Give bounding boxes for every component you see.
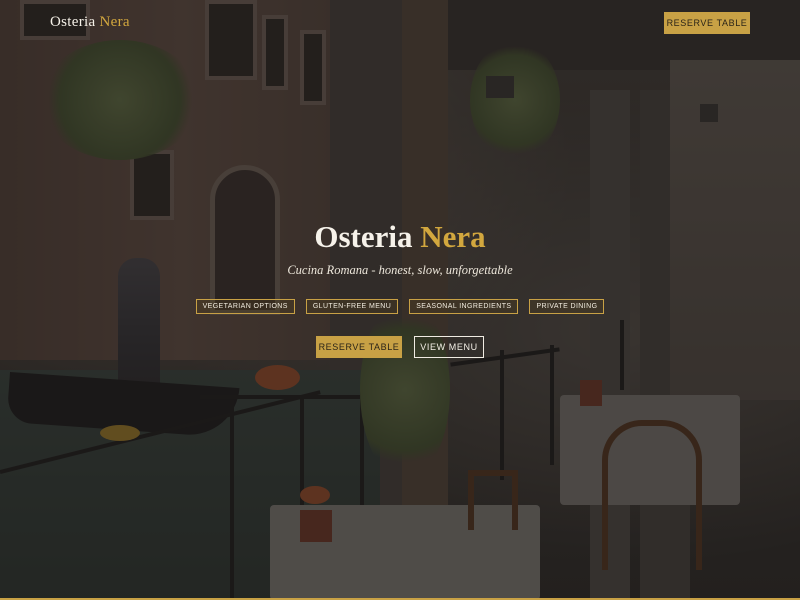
brand-logo[interactable]: Osteria Nera <box>50 14 130 31</box>
feature-tags: VEGETARIAN OPTIONS GLUTEN-FREE MENU SEAS… <box>0 299 800 314</box>
header-reserve-button[interactable]: RESERVE TABLE <box>664 12 750 34</box>
hero-title-first: Osteria <box>314 219 413 254</box>
view-menu-button[interactable]: VIEW MENU <box>414 336 484 358</box>
tag-seasonal: SEASONAL INGREDIENTS <box>409 299 519 314</box>
hero-tagline: Cucina Romana - honest, slow, unforgetta… <box>287 263 513 277</box>
tag-private-dining: PRIVATE DINING <box>529 299 605 314</box>
hero-title-second: Nera <box>420 219 486 254</box>
tag-gluten-free: GLUTEN-FREE MENU <box>305 299 399 314</box>
tag-vegetarian: VEGETARIAN OPTIONS <box>195 299 295 314</box>
brand-name-first: Osteria <box>50 14 96 30</box>
brand-name-second: Nera <box>99 14 130 30</box>
hero-title: Osteria Nera <box>0 219 800 255</box>
hero-reserve-button[interactable]: RESERVE TABLE <box>316 336 402 358</box>
